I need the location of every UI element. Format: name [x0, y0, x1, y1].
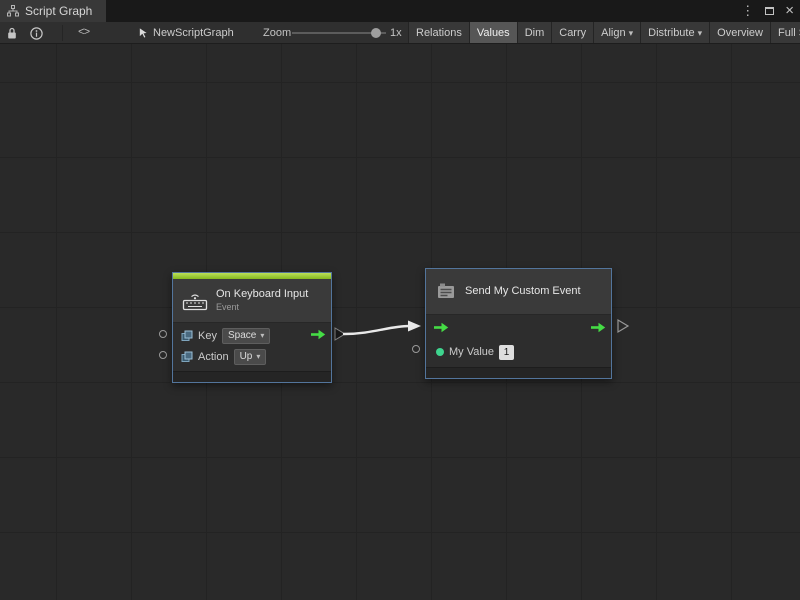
- graph-name[interactable]: NewScriptGraph: [153, 22, 234, 44]
- flow-arrow-icon[interactable]: [433, 322, 449, 337]
- close-icon[interactable]: ×: [785, 0, 794, 22]
- window-titlebar: Script Graph ⋮ ×: [0, 0, 800, 22]
- port-label: Key: [198, 330, 217, 342]
- tab-script-graph[interactable]: Script Graph: [0, 0, 106, 22]
- kebab-menu-icon[interactable]: ⋮: [741, 0, 754, 22]
- zoom-slider-handle[interactable]: [371, 28, 381, 38]
- maximize-icon[interactable]: [765, 7, 774, 15]
- node-body: My Value 1: [426, 315, 611, 367]
- flow-output-port[interactable]: [618, 320, 628, 332]
- flow-arrow-icon[interactable]: [590, 322, 606, 337]
- port-row-action: Action Up ▾: [173, 346, 331, 367]
- flow-output-port[interactable]: [335, 328, 345, 340]
- graph-canvas[interactable]: On Keyboard Input Event Key Space ▾: [0, 44, 800, 600]
- value-port-icon[interactable]: [436, 348, 444, 356]
- info-icon[interactable]: [30, 22, 43, 44]
- graph-toolbar: <> NewScriptGraph Zoom 1x Relations Valu…: [0, 22, 800, 44]
- port-label: Action: [198, 351, 229, 363]
- zoom-label: Zoom: [263, 22, 291, 44]
- my-value-input[interactable]: 1: [499, 345, 514, 360]
- node-send-my-custom-event[interactable]: Send My Custom Event: [425, 268, 612, 379]
- my-value-input-port[interactable]: [412, 345, 420, 353]
- relations-button[interactable]: Relations: [408, 22, 469, 44]
- node-header: Send My Custom Event: [426, 269, 611, 315]
- connection-wire[interactable]: [344, 326, 409, 334]
- toolbar-separator: [62, 25, 63, 41]
- tab-title: Script Graph: [25, 4, 92, 18]
- port-row-flow: [426, 317, 611, 341]
- chevron-down-icon: ▾: [256, 352, 260, 361]
- node-subtitle: Event: [216, 302, 308, 313]
- object-icon: [181, 351, 193, 363]
- node-footer: [426, 367, 611, 378]
- port-row-key: Key Space ▾: [173, 325, 331, 346]
- distribute-dropdown-button[interactable]: Distribute▾: [640, 22, 709, 44]
- chevron-down-icon: ▾: [260, 331, 264, 340]
- code-view-icon[interactable]: <>: [78, 22, 89, 44]
- node-header: On Keyboard Input Event: [173, 279, 331, 323]
- node-title: On Keyboard Input: [216, 288, 308, 301]
- toolbar-buttons: Relations Values Dim Carry Align▾ Distri…: [408, 22, 800, 44]
- custom-event-icon: [435, 281, 457, 303]
- node-footer: [173, 371, 331, 382]
- port-row-my-value: My Value 1: [426, 341, 611, 363]
- values-button[interactable]: Values: [469, 22, 517, 44]
- carry-button[interactable]: Carry: [551, 22, 593, 44]
- chevron-down-icon: ▾: [629, 23, 634, 44]
- node-title: Send My Custom Event: [465, 285, 581, 298]
- chevron-down-icon: ▾: [698, 23, 703, 44]
- key-dropdown[interactable]: Space ▾: [222, 328, 270, 344]
- node-on-keyboard-input[interactable]: On Keyboard Input Event Key Space ▾: [172, 272, 332, 383]
- fullscreen-button[interactable]: Full Screen: [770, 22, 800, 44]
- dim-button[interactable]: Dim: [517, 22, 552, 44]
- align-dropdown-button[interactable]: Align▾: [593, 22, 640, 44]
- connection-layer: [0, 44, 800, 600]
- zoom-value: 1x: [390, 22, 402, 44]
- object-icon: [181, 330, 193, 342]
- script-graph-icon: [7, 5, 19, 17]
- overview-button[interactable]: Overview: [709, 22, 770, 44]
- flow-arrow-icon[interactable]: [310, 328, 326, 343]
- connection-arrowhead: [408, 321, 421, 332]
- node-body: Key Space ▾: [173, 323, 331, 371]
- lock-icon[interactable]: [6, 22, 18, 44]
- key-input-port[interactable]: [159, 330, 167, 338]
- port-label: My Value: [449, 346, 494, 358]
- action-dropdown[interactable]: Up ▾: [234, 349, 267, 365]
- keyboard-icon: [182, 291, 208, 311]
- action-input-port[interactable]: [159, 351, 167, 359]
- graph-cursor-icon: [138, 22, 149, 44]
